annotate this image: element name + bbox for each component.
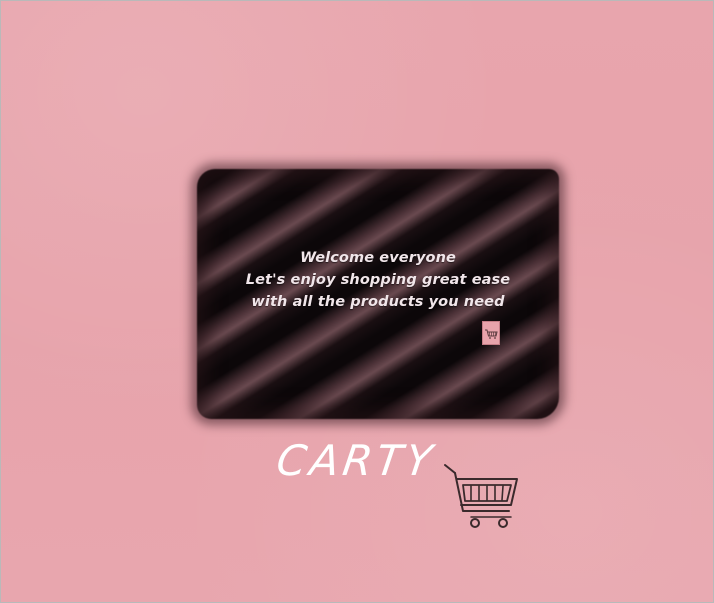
shopping-cart-icon: [444, 464, 518, 528]
welcome-line-2: Let's enjoy shopping great ease: [245, 272, 511, 288]
small-shopping-cart-icon: [485, 329, 498, 339]
splash-window: Welcome everyone Let's enjoy shopping gr…: [0, 0, 714, 603]
welcome-line-1: Welcome everyone: [300, 250, 456, 266]
welcome-message: Welcome everyone Let's enjoy shopping gr…: [197, 247, 559, 313]
small-cart-badge: [482, 321, 500, 345]
welcome-line-3: with all the products you need: [251, 294, 505, 310]
brand-logo-text: CARTY: [273, 436, 440, 485]
